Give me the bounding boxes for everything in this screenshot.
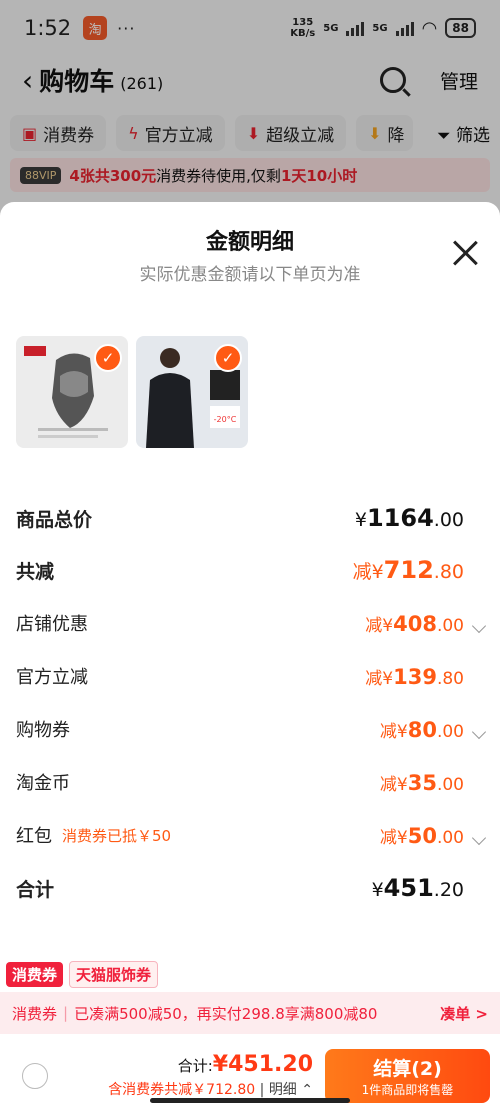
chevron-down-icon	[471, 724, 487, 739]
row-official-discount: 官方立减 减¥ 139.80	[16, 664, 464, 689]
row-shopping-coupon[interactable]: 购物券 减¥ 80.00	[16, 716, 487, 742]
selected-check-icon: ✓	[94, 344, 122, 372]
add-items-link[interactable]: 凑单 >	[440, 1003, 488, 1024]
promo-bar[interactable]: 消费券 | 已凑满500减50，再实付298.8享满800减80 凑单 >	[0, 992, 500, 1034]
chevron-down-icon	[471, 830, 487, 845]
chevron-down-icon	[471, 618, 487, 633]
checkout-bar: 合计:¥451.20 含消费券共减￥712.80 | 明细 ⌃ 结算(2) 1件…	[0, 1040, 500, 1111]
close-icon[interactable]	[452, 240, 478, 266]
tag-coupon[interactable]: 消费券	[6, 961, 64, 987]
total-label: 合计:	[177, 1057, 213, 1075]
checkout-button[interactable]: 结算(2) 1件商品即将售罄	[325, 1048, 490, 1103]
promo-label: 消费券	[12, 1004, 58, 1023]
saved-amount: 含消费券共减￥712.80	[108, 1082, 256, 1098]
sheet-title: 金额明细	[205, 230, 294, 255]
detail-toggle[interactable]: 明细 ⌃	[269, 1082, 313, 1098]
total-price: ¥451.20	[212, 1052, 313, 1077]
product-thumb-down-jacket[interactable]: -20°C ✓	[136, 336, 248, 448]
promo-divider: |	[63, 1004, 69, 1022]
row-total-discount: 共减 减¥ 712.80	[16, 556, 464, 584]
row-store-discount[interactable]: 店铺优惠 减¥ 408.00	[16, 610, 487, 636]
svg-text:-20°C: -20°C	[214, 415, 237, 424]
product-thumbnails: ✓ -20°C ✓	[16, 336, 248, 448]
row-grand-total: 合计 ¥451.20	[16, 874, 464, 902]
select-all-checkbox[interactable]	[22, 1062, 48, 1089]
selected-check-icon: ✓	[214, 344, 242, 372]
tag-tmall-apparel-coupon[interactable]: 天猫服饰券	[69, 960, 159, 988]
sheet-subtitle: 实际优惠金额请以下单页为准	[139, 265, 361, 285]
promo-text: 已凑满500减50，再实付298.8享满800减80	[74, 1004, 378, 1023]
row-total-price: 商品总价 ¥1164.00	[16, 504, 464, 532]
coupon-tag-row: 消费券 天猫服饰券	[0, 956, 500, 992]
row-taojinbi: 淘金币 减¥ 35.00	[16, 770, 464, 795]
home-indicator	[150, 1098, 350, 1103]
checkout-summary: 合计:¥451.20 含消费券共减￥712.80 | 明细 ⌃	[108, 1052, 313, 1098]
product-thumb-knee-pad[interactable]: ✓	[16, 336, 128, 448]
red-packet-note: 消费券已抵￥50	[62, 826, 172, 845]
row-red-packet[interactable]: 红包 消费券已抵￥50 减¥ 50.00	[16, 822, 487, 848]
